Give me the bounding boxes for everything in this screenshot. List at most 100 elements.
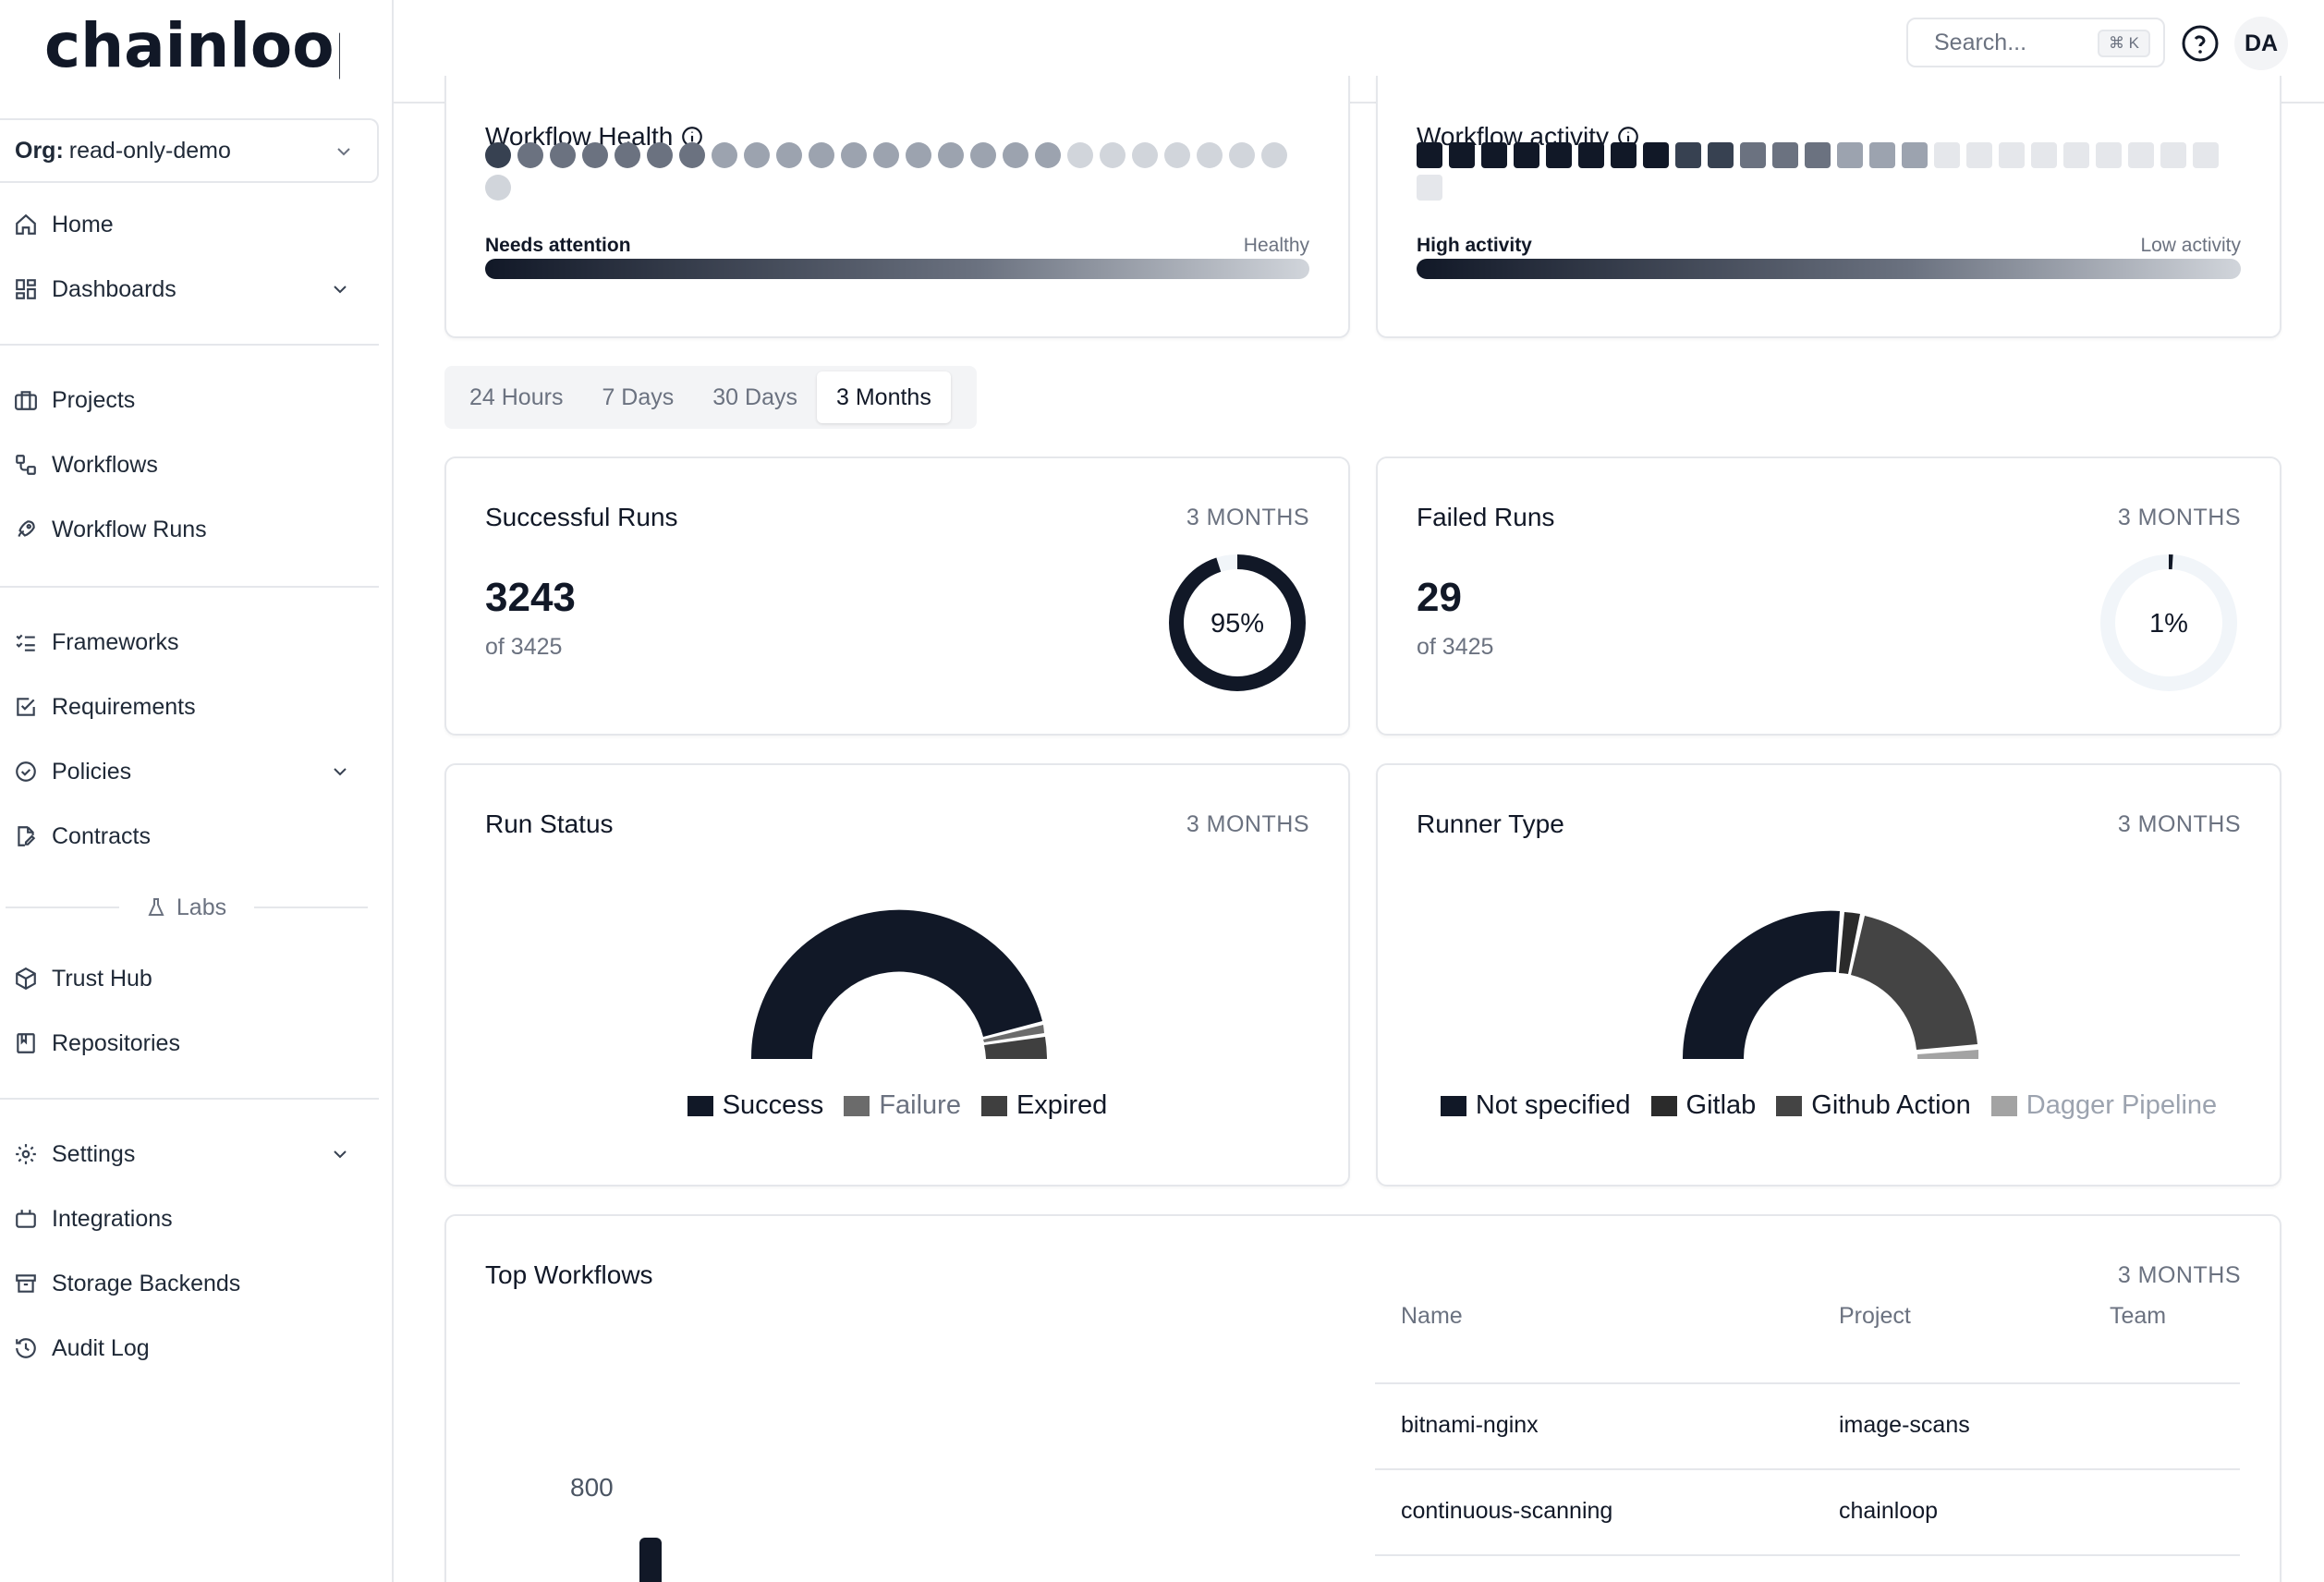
health-dot[interactable] [647, 142, 673, 168]
sidebar-item-settings[interactable]: Settings [13, 1133, 373, 1175]
activity-square[interactable] [1514, 142, 1539, 168]
health-dot[interactable] [938, 142, 964, 168]
chainloop-logo[interactable]: chainloop [44, 13, 340, 87]
column-header-team[interactable]: Team [2110, 1303, 2166, 1330]
health-dot[interactable] [970, 142, 996, 168]
activity-square[interactable] [1837, 142, 1863, 168]
sidebar-item-repositories[interactable]: Repositories [13, 1022, 373, 1065]
activity-square[interactable] [1805, 142, 1831, 168]
legend-item-github-action[interactable]: Github Action [1776, 1090, 1971, 1121]
activity-square[interactable] [2031, 142, 2057, 168]
sidebar-item-label: Workflow Runs [52, 516, 207, 542]
health-dot[interactable] [1100, 142, 1125, 168]
activity-square[interactable] [2160, 142, 2186, 168]
table-row[interactable]: bitnami-nginx image-scans [1375, 1382, 2240, 1468]
cell-name[interactable]: continuous-scanning [1401, 1498, 1612, 1525]
activity-square[interactable] [1740, 142, 1766, 168]
table-row[interactable]: continuous-scanning chainloop [1375, 1468, 2240, 1554]
health-dot[interactable] [1229, 142, 1255, 168]
activity-square[interactable] [1481, 142, 1507, 168]
health-dot[interactable] [485, 142, 511, 168]
legend-item-success[interactable]: Success [687, 1090, 823, 1121]
health-dot[interactable] [550, 142, 576, 168]
activity-square[interactable] [1643, 142, 1669, 168]
health-dot[interactable] [776, 142, 802, 168]
health-dot[interactable] [744, 142, 770, 168]
cell-project[interactable]: chainloop [1839, 1498, 1938, 1525]
health-dot[interactable] [614, 142, 640, 168]
activity-square[interactable] [1417, 175, 1442, 201]
health-dot[interactable] [517, 142, 543, 168]
activity-square[interactable] [1999, 142, 2025, 168]
sidebar-item-storage-backends[interactable]: Storage Backends [13, 1262, 373, 1305]
health-dot[interactable] [679, 142, 705, 168]
sidebar-item-dashboards[interactable]: Dashboards [13, 268, 373, 310]
legend-item-failure[interactable]: Failure [844, 1090, 961, 1121]
activity-square[interactable] [1934, 142, 1960, 168]
sidebar-divider [0, 586, 379, 588]
health-dot[interactable] [485, 175, 511, 201]
legend-item-expired[interactable]: Expired [980, 1090, 1107, 1121]
sidebar-item-home[interactable]: Home [13, 203, 373, 246]
tab-30-days[interactable]: 30 Days [693, 371, 817, 423]
tab-3-months[interactable]: 3 Months [816, 371, 951, 423]
activity-square[interactable] [2128, 142, 2154, 168]
cell-project[interactable]: image-scans [1839, 1412, 1970, 1439]
column-header-name[interactable]: Name [1401, 1303, 1463, 1330]
tab-7-days[interactable]: 7 Days [582, 371, 693, 423]
sidebar-item-contracts[interactable]: Contracts [13, 815, 373, 858]
activity-square[interactable] [1675, 142, 1701, 168]
chevron-down-icon [334, 1150, 347, 1159]
health-dot[interactable] [1261, 142, 1287, 168]
activity-square[interactable] [2193, 142, 2219, 168]
health-dot[interactable] [873, 142, 899, 168]
sidebar-item-workflow-runs[interactable]: Workflow Runs [13, 508, 373, 551]
sidebar-item-workflows[interactable]: Workflows [13, 444, 373, 486]
health-dot[interactable] [1067, 142, 1093, 168]
activity-square[interactable] [2063, 142, 2089, 168]
legend-item-not-specified[interactable]: Not specified [1440, 1090, 1631, 1121]
health-dot[interactable] [809, 142, 834, 168]
activity-square[interactable] [1966, 142, 1992, 168]
activity-square[interactable] [1869, 142, 1895, 168]
cell-name[interactable]: bitnami-nginx [1401, 1412, 1539, 1439]
activity-square[interactable] [1902, 142, 1928, 168]
legend-item-gitlab[interactable]: Gitlab [1650, 1090, 1756, 1121]
dashboard-icon [13, 276, 39, 302]
health-dot[interactable] [906, 142, 931, 168]
health-dot[interactable] [841, 142, 867, 168]
column-header-project[interactable]: Project [1839, 1303, 1911, 1330]
activity-square[interactable] [1708, 142, 1734, 168]
search-input[interactable]: Search... ⌘ K [1906, 18, 2165, 67]
tab-24-hours[interactable]: 24 Hours [450, 371, 582, 423]
chart-bar[interactable] [639, 1538, 662, 1582]
activity-square[interactable] [1546, 142, 1572, 168]
activity-square[interactable] [1578, 142, 1604, 168]
workflow-icon [13, 452, 39, 478]
health-dot[interactable] [582, 142, 608, 168]
legend-item-dagger-pipeline[interactable]: Dagger Pipeline [1990, 1090, 2217, 1121]
health-dot[interactable] [1197, 142, 1223, 168]
activity-square[interactable] [1417, 142, 1442, 168]
avatar[interactable]: DA [2234, 17, 2288, 70]
sidebar-item-policies[interactable]: Policies [13, 750, 373, 793]
health-dot[interactable] [1164, 142, 1190, 168]
activity-square[interactable] [1449, 142, 1475, 168]
labs-label-group: Labs [119, 894, 254, 921]
activity-square[interactable] [1772, 142, 1798, 168]
activity-square[interactable] [2096, 142, 2122, 168]
sidebar-item-integrations[interactable]: Integrations [13, 1198, 373, 1240]
sidebar-item-projects[interactable]: Projects [13, 379, 373, 421]
activity-square[interactable] [1611, 142, 1637, 168]
sidebar-item-requirements[interactable]: Requirements [13, 686, 373, 728]
help-icon[interactable] [2180, 23, 2221, 64]
sidebar-item-trust-hub[interactable]: Trust Hub [13, 957, 373, 1000]
sidebar-item-audit-log[interactable]: Audit Log [13, 1327, 373, 1369]
failed-runs-total: of 3425 [1417, 634, 1494, 660]
health-dot[interactable] [1003, 142, 1028, 168]
health-dot[interactable] [1035, 142, 1061, 168]
health-dot[interactable] [1132, 142, 1158, 168]
org-selector[interactable]: Org: read-only-demo [0, 118, 379, 183]
health-dot[interactable] [712, 142, 737, 168]
sidebar-item-frameworks[interactable]: Frameworks [13, 621, 373, 663]
